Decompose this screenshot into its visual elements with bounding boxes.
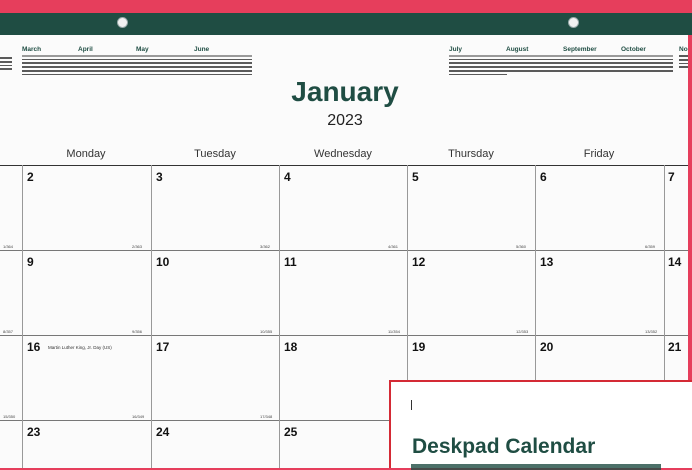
day-counter: 8/357 [3, 329, 14, 334]
mini-calendar-november: No [679, 46, 688, 70]
day-counter: 13/352 [645, 329, 658, 334]
date-21: 21 [668, 340, 682, 354]
weekday-thursday: Thursday [448, 148, 494, 160]
mini-calendar-march: March [22, 46, 80, 77]
mini-calendar-october: October [621, 46, 673, 74]
grid-col-line-3 [279, 165, 280, 468]
holiday-label: Martin Luther King, Jr. Day (US) [48, 345, 112, 350]
day-counter: 15/350 [3, 414, 16, 419]
day-counter: 5/360 [516, 244, 527, 249]
grid-row-line-1 [0, 250, 688, 251]
date-16: 16 [27, 340, 41, 354]
date-2: 2 [27, 170, 34, 184]
grid-col-line-6 [664, 165, 665, 380]
weekday-tuesday: Tuesday [194, 148, 236, 160]
mini-calendar-june: June [194, 46, 252, 77]
day-counter: 3/362 [260, 244, 271, 249]
date-12: 12 [412, 255, 426, 269]
mini-calendar-july: July [449, 46, 507, 77]
grid-col-line-5 [535, 165, 536, 380]
year-label: 2023 [327, 112, 363, 129]
grid-row-line-3 [0, 420, 389, 421]
panel-subtitle-cutoff [411, 464, 661, 470]
mini-calendar-september: September [563, 46, 621, 74]
month-title: January [291, 76, 399, 107]
panel-title: Deskpad Calendar [412, 435, 596, 458]
date-24: 24 [156, 425, 170, 439]
mini-calendar-april: April [78, 46, 136, 77]
hanger-hole-right [568, 17, 579, 28]
day-counter: 12/353 [516, 329, 529, 334]
day-counter: 6/359 [645, 244, 656, 249]
weekday-wednesday: Wednesday [314, 148, 372, 160]
panel-tick-mark [411, 400, 412, 410]
grid-col-line-2 [151, 165, 152, 468]
day-counter: 11/354 [388, 329, 400, 334]
date-20: 20 [540, 340, 554, 354]
date-25: 25 [284, 425, 298, 439]
hanger-hole-left [117, 17, 128, 28]
date-19: 19 [412, 340, 426, 354]
date-7: 7 [668, 170, 675, 184]
grid-row-line-2 [0, 335, 688, 336]
binding-strip [0, 13, 692, 35]
date-17: 17 [156, 340, 170, 354]
mini-calendar-august: August [506, 46, 564, 74]
grid-col-line-1 [22, 165, 23, 468]
day-counter: 2/363 [132, 244, 143, 249]
product-label-panel: Deskpad Calendar [389, 380, 692, 470]
date-3: 3 [156, 170, 163, 184]
date-18: 18 [284, 340, 298, 354]
date-6: 6 [540, 170, 547, 184]
day-counter: 4/361 [388, 244, 399, 249]
date-11: 11 [284, 255, 297, 269]
date-4: 4 [284, 170, 291, 184]
date-14: 14 [668, 255, 682, 269]
date-10: 10 [156, 255, 170, 269]
grid-top-line [0, 165, 688, 166]
weekday-monday: Monday [66, 148, 106, 160]
date-5: 5 [412, 170, 419, 184]
day-counter: 9/356 [132, 329, 143, 334]
day-counter: 17/348 [260, 414, 273, 419]
mini-calendar-partial [0, 55, 12, 72]
day-counter: 1/364 [3, 244, 14, 249]
date-13: 13 [540, 255, 554, 269]
date-23: 23 [27, 425, 41, 439]
weekday-friday: Friday [583, 148, 615, 160]
date-9: 9 [27, 255, 34, 269]
day-counter: 16/349 [132, 414, 145, 419]
day-counter: 10/355 [260, 329, 273, 334]
mini-calendar-may: May [136, 46, 194, 77]
